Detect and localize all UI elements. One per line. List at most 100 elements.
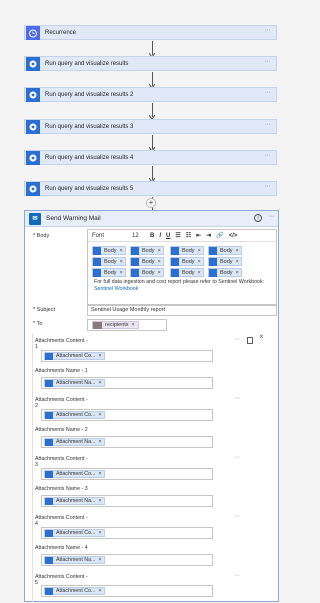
dynamic-token[interactable]: Attachment Na... ×	[44, 497, 105, 505]
link-icon[interactable]: 🔗	[216, 232, 223, 239]
attachment-name-input[interactable]: Attachment Na... ×	[41, 436, 213, 448]
log-analytics-icon	[25, 119, 40, 134]
more-options-icon[interactable]: ···	[234, 454, 240, 461]
editor-toolbar: Font 12 B I U ☰ ☷ ⇤ ⇥ 🔗 </>	[88, 230, 276, 242]
attachment-name-input[interactable]: Attachment Na... ×	[41, 554, 213, 566]
remove-token-icon[interactable]: ×	[98, 353, 101, 359]
remove-token-icon[interactable]: ×	[120, 259, 123, 265]
step-run-query-2[interactable]: Run query and visualize results 2 ···	[24, 87, 277, 102]
step-run-query-3[interactable]: Run query and visualize results 3 ···	[24, 119, 277, 134]
outdent-icon[interactable]: ⇤	[196, 232, 201, 239]
attachment-content-input[interactable]: Attachment Co... ×	[41, 409, 213, 421]
recipient-token[interactable]: recipients ×	[92, 321, 139, 329]
dynamic-token[interactable]: Attachment Co... ×	[44, 587, 105, 595]
more-options-icon[interactable]: ···	[265, 152, 271, 159]
dynamic-token-body[interactable]: Body ×	[170, 268, 204, 277]
more-options-icon[interactable]: ···	[265, 58, 271, 65]
code-view-icon[interactable]: </>	[229, 233, 238, 239]
remove-token-icon[interactable]: ×	[198, 270, 201, 276]
dynamic-token-body[interactable]: Body ×	[130, 246, 164, 255]
step-run-query-1[interactable]: Run query and visualize results ···	[24, 56, 277, 71]
to-input[interactable]: recipients ×	[87, 319, 167, 331]
underline-button[interactable]: U	[166, 233, 170, 239]
font-size-select[interactable]: 12	[132, 233, 150, 239]
more-options-icon[interactable]: ···	[234, 513, 240, 520]
bullet-list-icon[interactable]: ☰	[175, 232, 180, 239]
dynamic-token-body[interactable]: Body ×	[92, 246, 126, 255]
remove-token-icon[interactable]: ×	[98, 588, 101, 594]
attachment-label: Attachments Name - 4	[35, 545, 88, 551]
remove-token-icon[interactable]: ×	[198, 259, 201, 265]
remove-token-icon[interactable]: ×	[98, 439, 101, 445]
more-options-icon[interactable]: ···	[265, 121, 271, 128]
dynamic-token-body[interactable]: Body ×	[130, 268, 164, 277]
dynamic-token-body[interactable]: Body ×	[170, 257, 204, 266]
attachment-content-input[interactable]: Attachment Co... ×	[41, 585, 213, 597]
more-options-icon[interactable]: ···	[234, 572, 240, 579]
bold-button[interactable]: B	[150, 233, 154, 239]
indent-icon[interactable]: ⇥	[206, 232, 211, 239]
remove-token-icon[interactable]: ×	[98, 471, 101, 477]
attachment-content-input[interactable]: Attachment Co... ×	[41, 468, 213, 480]
dynamic-token-body[interactable]: Body ×	[130, 257, 164, 266]
body-editor[interactable]: Font 12 B I U ☰ ☷ ⇤ ⇥ 🔗 </> Body × Body × …	[87, 229, 277, 305]
dynamic-token[interactable]: Attachment Co... ×	[44, 470, 105, 478]
remove-token-icon[interactable]: ×	[98, 498, 101, 504]
attachment-name-input[interactable]: Attachment Na... ×	[41, 377, 213, 389]
remove-token-icon[interactable]: ×	[236, 248, 239, 254]
remove-token-icon[interactable]: ×	[98, 412, 101, 418]
log-analytics-icon	[45, 379, 53, 387]
dynamic-token-body[interactable]: Body ×	[208, 246, 242, 255]
remove-token-icon[interactable]: ×	[98, 557, 101, 563]
more-options-icon[interactable]: ···	[234, 336, 240, 343]
dynamic-token-body[interactable]: Body ×	[208, 268, 242, 277]
attachment-content-input[interactable]: Attachment Co... ×	[41, 527, 213, 539]
step-recurrence[interactable]: Recurrence ···	[24, 25, 277, 40]
variable-icon	[93, 321, 102, 329]
workbook-link[interactable]: Sentinel Workbook	[94, 286, 138, 292]
remove-token-icon[interactable]: ×	[132, 321, 135, 330]
font-select[interactable]: Font	[92, 233, 132, 239]
more-options-icon[interactable]: ···	[265, 183, 271, 190]
attachment-name-input[interactable]: Attachment Na... ×	[41, 495, 213, 507]
log-analytics-icon	[45, 497, 53, 505]
remove-token-icon[interactable]: ×	[198, 248, 201, 254]
info-icon[interactable]: i	[254, 214, 262, 222]
remove-token-icon[interactable]: ×	[158, 248, 161, 254]
italic-button[interactable]: I	[159, 233, 161, 239]
step-run-query-5[interactable]: Run query and visualize results 5 ···	[24, 181, 277, 196]
body-text: For full data ingestion and cost report …	[94, 279, 265, 292]
dynamic-token[interactable]: Attachment Na... ×	[44, 438, 105, 446]
dynamic-token-body[interactable]: Body ×	[92, 268, 126, 277]
remove-token-icon[interactable]: ×	[120, 248, 123, 254]
dynamic-token-body[interactable]: Body ×	[208, 257, 242, 266]
subject-input[interactable]: Sentinel Usage Monthly report	[87, 305, 277, 316]
remove-token-icon[interactable]: ×	[120, 270, 123, 276]
dynamic-token-body[interactable]: Body ×	[92, 257, 126, 266]
more-options-icon[interactable]: ···	[234, 395, 240, 402]
remove-token-icon[interactable]: ×	[158, 259, 161, 265]
step-title: Run query and visualize results 4	[45, 154, 134, 161]
dynamic-token[interactable]: Attachment Na... ×	[44, 556, 105, 564]
card-header[interactable]: ✉ Send Warning Mail i ···	[25, 211, 278, 227]
more-options-icon[interactable]: ···	[265, 27, 271, 34]
remove-token-icon[interactable]: ×	[98, 380, 101, 386]
dynamic-token[interactable]: Attachment Co... ×	[44, 529, 105, 537]
remove-token-icon[interactable]: ×	[98, 530, 101, 536]
more-options-icon[interactable]: ···	[265, 89, 271, 96]
more-options-icon[interactable]: ···	[269, 213, 275, 220]
remove-token-icon[interactable]: ×	[236, 270, 239, 276]
log-analytics-icon	[93, 246, 101, 255]
dynamic-token[interactable]: Attachment Co... ×	[44, 352, 105, 360]
step-run-query-4[interactable]: Run query and visualize results 4 ···	[24, 150, 277, 165]
dynamic-token-body[interactable]: Body ×	[170, 246, 204, 255]
dynamic-token[interactable]: Attachment Na... ×	[44, 379, 105, 387]
dynamic-token[interactable]: Attachment Co... ×	[44, 411, 105, 419]
add-step-button[interactable]: +	[146, 198, 156, 208]
attachment-content-input[interactable]: Attachment Co... ×	[41, 350, 213, 362]
attachment-label: Attachments Content -2	[35, 397, 88, 409]
numbered-list-icon[interactable]: ☷	[186, 232, 191, 239]
card-title: Send Warning Mail	[46, 215, 101, 222]
remove-token-icon[interactable]: ×	[158, 270, 161, 276]
remove-token-icon[interactable]: ×	[236, 259, 239, 265]
